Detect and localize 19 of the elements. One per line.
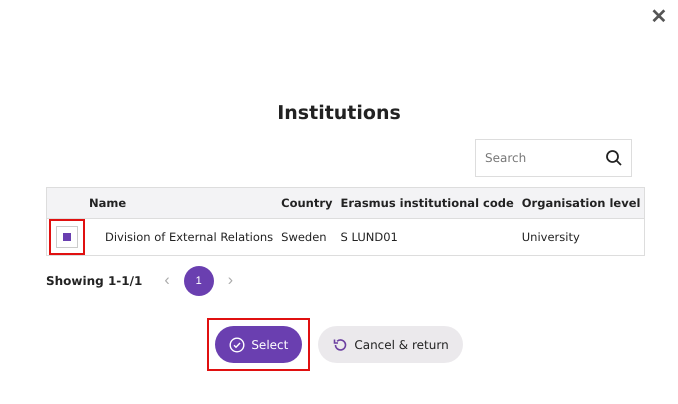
- column-header: Organisation level: [518, 188, 645, 218]
- page-button[interactable]: 1: [184, 266, 214, 296]
- undo-icon: [332, 336, 348, 352]
- column-header: Erasmus institutional code: [336, 188, 518, 218]
- row-checkbox[interactable]: [56, 226, 78, 248]
- close-button[interactable]: ✕: [648, 6, 670, 28]
- results-summary: Showing 1-1/1: [46, 274, 142, 288]
- dialog-title: Institutions: [276, 101, 402, 126]
- table-cell: Division of External Relations: [105, 230, 274, 244]
- select-button[interactable]: Select: [215, 326, 302, 363]
- column-header: Country: [277, 188, 337, 218]
- column-header: Name: [85, 188, 278, 218]
- search-icon: [605, 149, 623, 167]
- cancel-button[interactable]: Cancel & return: [318, 326, 463, 363]
- table-cell: University: [522, 230, 580, 244]
- table-cell: Sweden: [281, 230, 327, 244]
- search-field[interactable]: Search: [475, 139, 632, 177]
- check-circle-icon: [229, 336, 246, 352]
- table-cell: S LUND01: [340, 230, 398, 244]
